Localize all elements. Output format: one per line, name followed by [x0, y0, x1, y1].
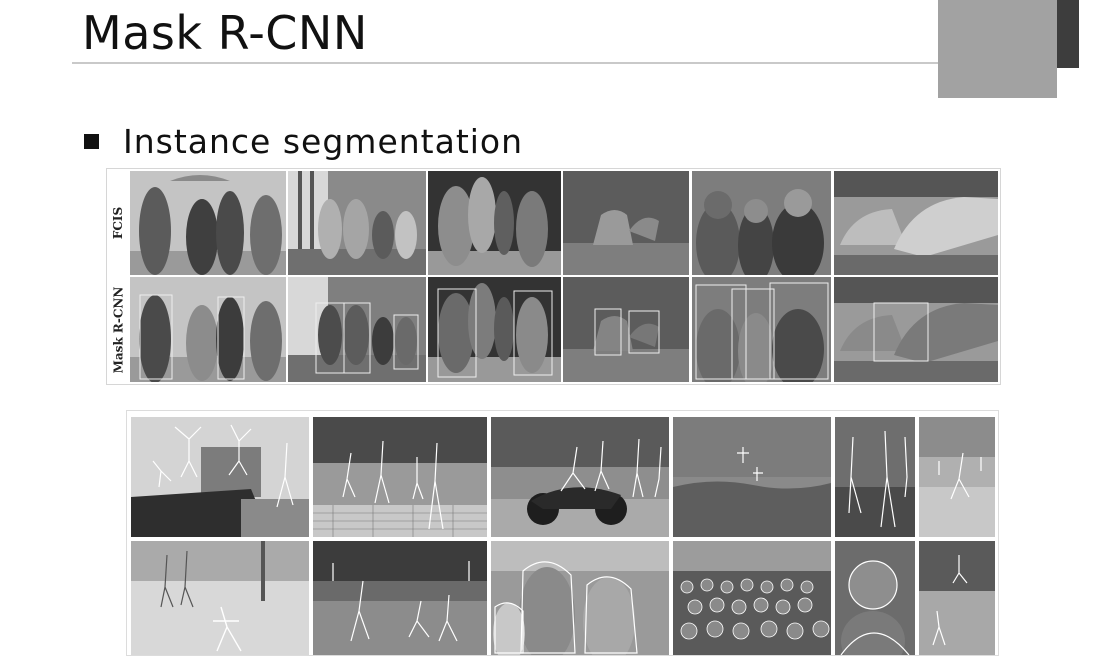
- title-divider: [72, 62, 940, 64]
- bullet-item: Instance segmentation: [84, 120, 523, 162]
- fcis-image-runners: [428, 171, 561, 275]
- page-title: Mask R-CNN: [82, 6, 368, 60]
- fcis-image-bench-group: [288, 171, 426, 275]
- maskrcnn-image-umbrella-people: [130, 277, 286, 382]
- example-image-jumping-people: [131, 417, 309, 537]
- examples-figure: [126, 410, 999, 656]
- fcis-image-umbrella-people: [130, 171, 286, 275]
- example-image-kitchen-people: [835, 417, 915, 537]
- example-image-crowded-hall: [673, 541, 831, 655]
- example-image-sports-field: [919, 541, 995, 655]
- maskrcnn-image-three-people-portrait: [692, 277, 831, 382]
- comparison-figure: FCIS Mask R-CNN: [106, 168, 1001, 385]
- maskrcnn-image-bench-group: [288, 277, 426, 382]
- example-image-surfers: [673, 417, 831, 537]
- fcis-image-trains: [834, 171, 998, 275]
- example-image-tennis-players: [313, 417, 487, 537]
- corner-decoration-dark: [1057, 0, 1079, 68]
- bullet-square-icon: [84, 133, 99, 149]
- example-image-skier: [131, 541, 309, 655]
- row-label-maskrcnn: Mask R-CNN: [111, 286, 125, 374]
- example-image-beach-people: [919, 417, 995, 537]
- maskrcnn-image-trains: [834, 277, 998, 382]
- fcis-image-three-people-portrait: [692, 171, 831, 275]
- example-image-motorcycle-riders: [491, 417, 669, 537]
- bullet-text: Instance segmentation: [123, 121, 524, 161]
- example-image-girls-with-bottles: [491, 541, 669, 655]
- maskrcnn-image-runners: [428, 277, 561, 382]
- example-image-child-portrait: [835, 541, 915, 655]
- maskrcnn-image-animals-field: [563, 277, 689, 382]
- fcis-image-animals-field: [563, 171, 689, 275]
- corner-decoration-gray: [938, 0, 1057, 98]
- example-image-baseball: [313, 541, 487, 655]
- row-label-fcis: FCIS: [111, 206, 126, 240]
